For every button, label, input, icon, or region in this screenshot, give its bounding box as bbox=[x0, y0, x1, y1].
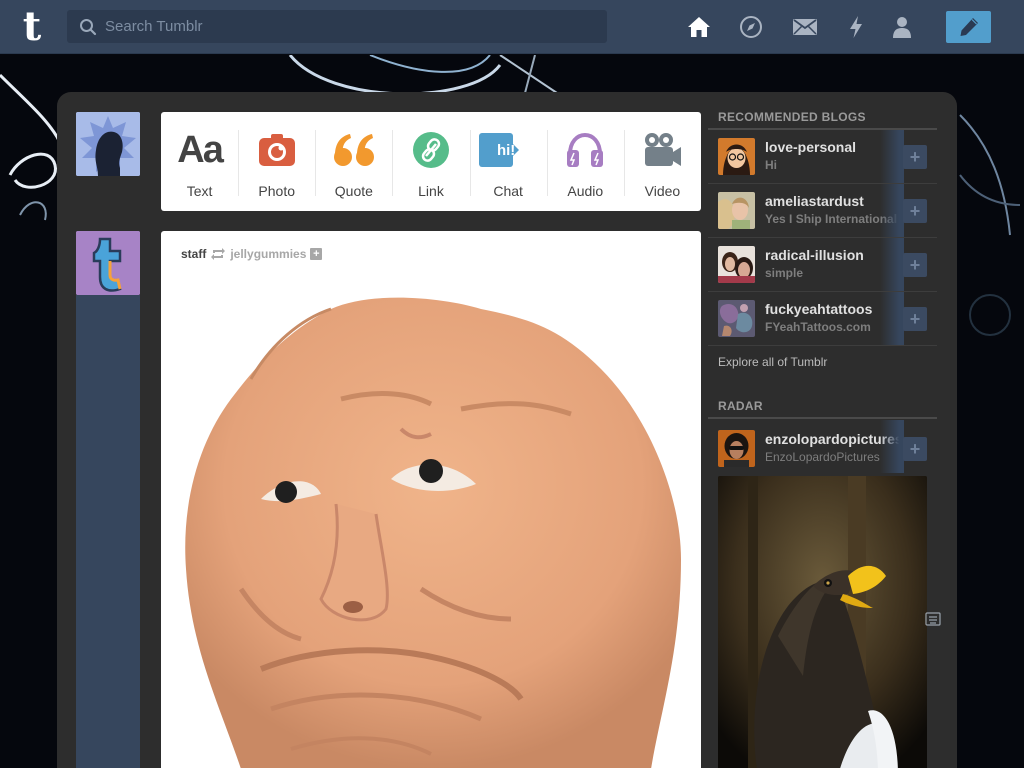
post-type-label: Link bbox=[418, 183, 444, 199]
search-input[interactable] bbox=[105, 10, 595, 43]
post-author-link[interactable]: staff bbox=[181, 247, 206, 261]
post-author-avatar[interactable] bbox=[76, 231, 140, 295]
text-aa-icon: Aa bbox=[177, 128, 224, 171]
radar-post-photo[interactable] bbox=[718, 476, 927, 768]
plus-icon[interactable]: + bbox=[310, 248, 323, 260]
quote-icon bbox=[333, 129, 375, 171]
post-type-label: Audio bbox=[567, 183, 604, 199]
home-icon[interactable] bbox=[686, 14, 712, 40]
radar-heading: RADAR bbox=[718, 399, 763, 413]
post-type-video[interactable]: Video bbox=[623, 112, 701, 211]
post-type-link[interactable]: Link bbox=[392, 112, 469, 211]
link-icon bbox=[412, 129, 450, 171]
keyboard-shortcuts-icon[interactable] bbox=[925, 612, 941, 626]
dashboard-post: staff jellygummies + bbox=[161, 231, 701, 768]
fade-overlay bbox=[880, 292, 904, 345]
recommended-blog-row[interactable]: fuckyeahtattoos FYeahTattoos.com + bbox=[708, 292, 937, 346]
post-type-quote[interactable]: Quote bbox=[315, 112, 392, 211]
inbox-envelope-icon[interactable] bbox=[792, 14, 818, 40]
follow-button[interactable]: + bbox=[903, 437, 927, 461]
post-type-label: Photo bbox=[258, 183, 295, 199]
user-avatar[interactable] bbox=[76, 112, 140, 176]
post-photo[interactable] bbox=[181, 289, 681, 768]
search-icon bbox=[80, 19, 97, 36]
post-avatar-column bbox=[76, 295, 140, 768]
divider bbox=[708, 417, 937, 419]
explore-all-link[interactable]: Explore all of Tumblr bbox=[718, 355, 827, 369]
follow-button[interactable]: + bbox=[903, 145, 927, 169]
post-type-audio[interactable]: Audio bbox=[546, 112, 624, 211]
blog-avatar[interactable] bbox=[718, 300, 755, 337]
explore-compass-icon[interactable] bbox=[738, 14, 764, 40]
fade-overlay bbox=[880, 238, 904, 291]
compose-button[interactable] bbox=[946, 11, 991, 43]
search-box[interactable] bbox=[67, 10, 607, 43]
reblog-source-link[interactable]: jellygummies bbox=[230, 247, 306, 261]
activity-lightning-icon[interactable] bbox=[843, 14, 869, 40]
pencil-icon bbox=[960, 18, 978, 36]
post-type-photo[interactable]: Photo bbox=[238, 112, 315, 211]
radar-blog-row[interactable]: enzolopardopictures EnzoLopardoPictures … bbox=[708, 420, 937, 474]
blog-avatar[interactable] bbox=[718, 430, 755, 467]
video-camera-icon bbox=[642, 129, 682, 171]
post-type-label: Text bbox=[186, 183, 213, 199]
fade-overlay bbox=[880, 420, 904, 473]
top-navigation-bar: t bbox=[0, 0, 1024, 54]
chat-icon-text: hi! bbox=[496, 141, 516, 159]
post-type-label: Chat bbox=[493, 183, 523, 199]
post-type-text[interactable]: Aa Text bbox=[161, 112, 238, 211]
camera-icon bbox=[258, 129, 296, 171]
post-type-chat[interactable]: hi! Chat bbox=[469, 112, 547, 211]
follow-button[interactable]: + bbox=[903, 199, 927, 223]
post-type-label: Quote bbox=[334, 183, 373, 199]
recommended-blog-row[interactable]: radical-illusion simple + bbox=[708, 238, 937, 292]
recommended-blog-row[interactable]: ameliastardust Yes I Ship International … bbox=[708, 184, 937, 238]
fade-overlay bbox=[880, 130, 904, 183]
post-type-label: Video bbox=[644, 183, 681, 199]
recommended-blog-row[interactable]: love-personal Hi + bbox=[708, 130, 937, 184]
follow-button[interactable]: + bbox=[903, 253, 927, 277]
reblog-icon bbox=[211, 248, 226, 260]
post-header: staff jellygummies + bbox=[181, 247, 323, 261]
fade-overlay bbox=[880, 184, 904, 237]
post-type-selector: Aa Text Photo Quote Link hi! Chat Audio … bbox=[161, 112, 701, 211]
blog-avatar[interactable] bbox=[718, 138, 755, 175]
tumblr-logo[interactable]: t bbox=[14, 6, 50, 48]
recommended-blogs-heading: RECOMMENDED BLOGS bbox=[718, 110, 866, 124]
chat-bubble-icon: hi! bbox=[478, 129, 519, 171]
blog-avatar[interactable] bbox=[718, 246, 755, 283]
follow-button[interactable]: + bbox=[903, 307, 927, 331]
headphones-icon bbox=[565, 129, 605, 171]
account-person-icon[interactable] bbox=[889, 14, 915, 40]
blog-avatar[interactable] bbox=[718, 192, 755, 229]
